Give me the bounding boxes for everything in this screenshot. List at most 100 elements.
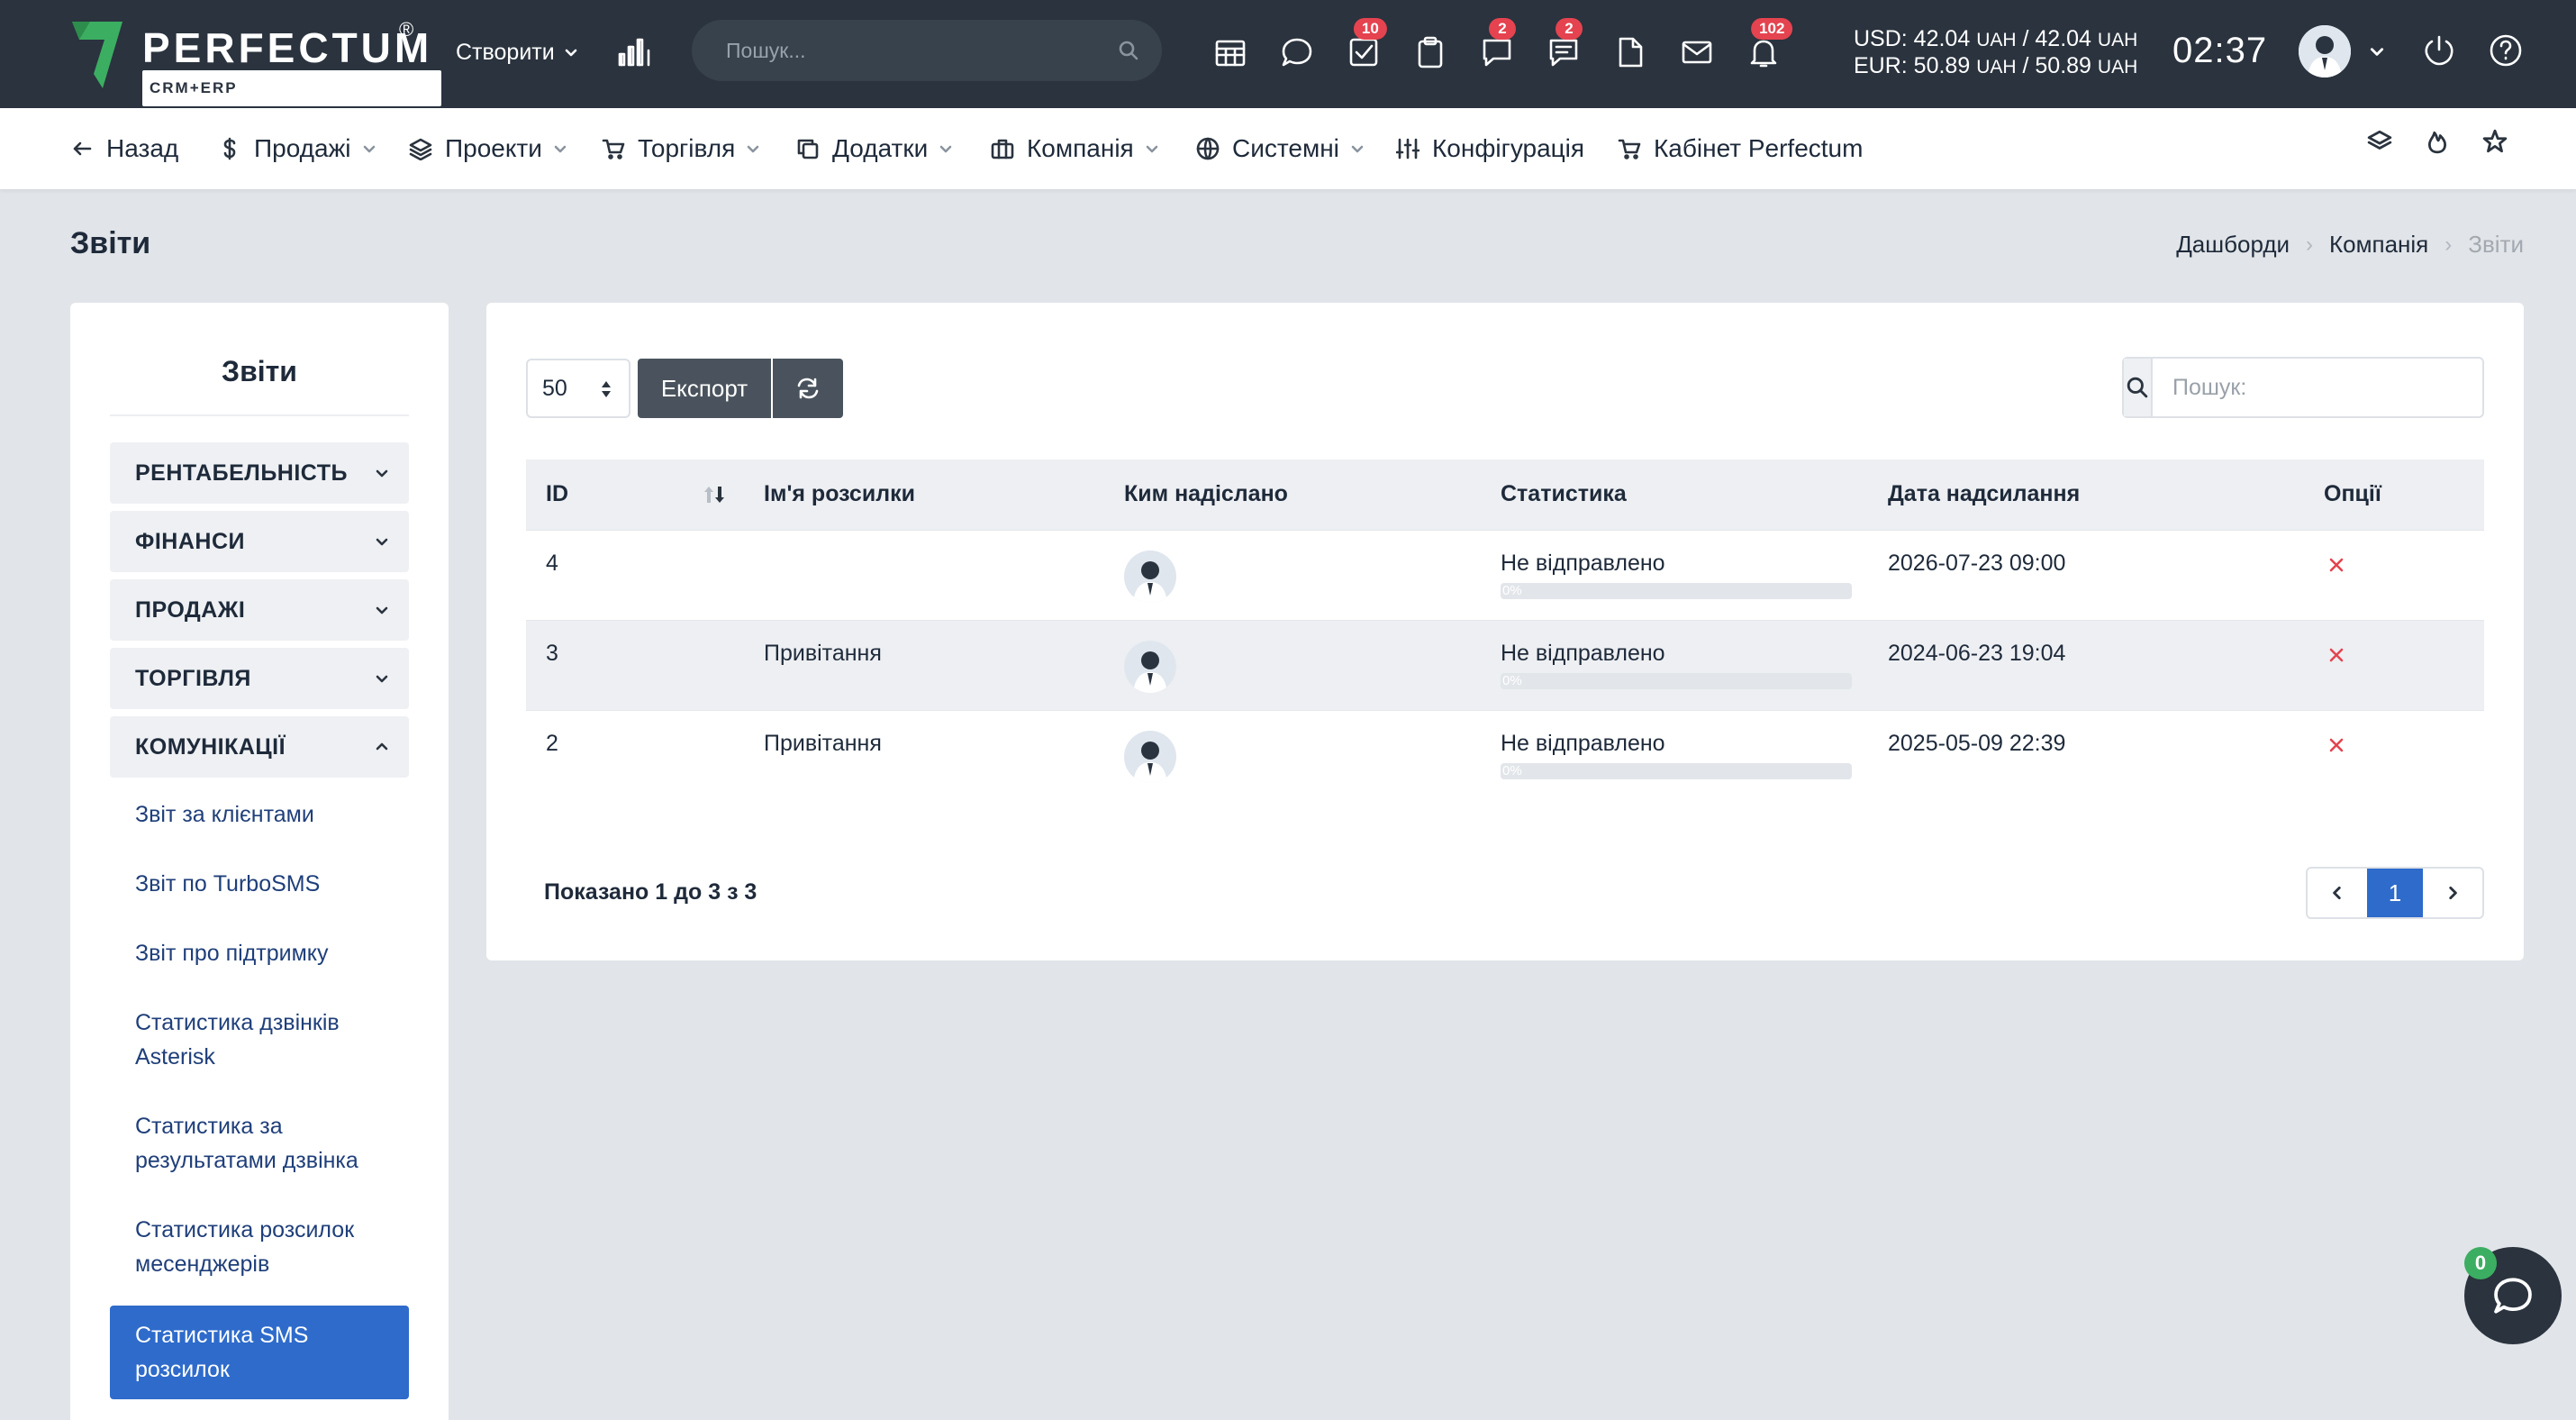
refresh-button[interactable] [773,359,843,418]
page-size-select[interactable]: 50 [526,359,630,418]
pagination-info: Показано 1 до 3 з 3 [544,879,757,905]
clock: 02:37 [2172,31,2268,70]
sender-avatar[interactable] [1124,551,1176,603]
table-search[interactable] [2122,357,2484,418]
global-search-input[interactable] [726,38,1119,63]
chevron-down-icon [363,145,375,153]
nav-addons[interactable]: Додатки [796,128,953,169]
nav-cabinet[interactable]: Кабінет Perfectum [1618,128,1863,169]
notifications-badge: 102 [1751,18,1793,40]
chevron-down-icon [939,145,952,153]
nav-sales[interactable]: Продажі [218,128,376,169]
bell-icon[interactable]: 102 [1744,18,1793,72]
nav-back[interactable]: Назад [70,128,178,169]
sender-avatar[interactable] [1124,641,1176,693]
globe-icon [1196,137,1220,160]
delete-icon[interactable] [2326,644,2347,666]
sidebar-section-profitability[interactable]: РЕНТАБЕЛЬНІСТЬ [110,442,409,504]
layers-icon[interactable] [2367,129,2392,154]
logo-registered: ® [399,18,414,41]
chevron-up-icon [376,742,388,751]
logo[interactable]: PERFECTUM ® CRM+ERP [70,18,441,106]
discussions-icon[interactable]: 2 [1544,18,1583,72]
discussions-badge: 2 [1556,18,1583,40]
sidebar-section-sales[interactable]: ПРОДАЖІ [110,579,409,641]
chat-unread-badge: 0 [2464,1247,2497,1279]
refresh-icon [797,378,819,399]
search-icon[interactable] [2124,359,2153,416]
sidebar-section-finance[interactable]: ФІНАНСИ [110,511,409,572]
nav-config[interactable]: Конфігурація [1396,128,1584,169]
chevron-right-icon: › [2444,232,2453,257]
row-name[interactable]: Привітання [764,641,882,667]
arrow-left-icon [73,141,92,156]
breadcrumb-item-company[interactable]: Компанія [2329,231,2428,259]
row-status: Не відправлено [1501,641,1665,666]
delete-icon[interactable] [2326,734,2347,756]
help-icon[interactable] [2488,32,2524,68]
chevron-down-icon[interactable] [2369,43,2385,59]
create-label: Створити [456,39,555,65]
sidebar-item-call-results-stats[interactable]: Статистика за результатами дзвінка [110,1109,409,1178]
chevron-down-icon [1351,145,1364,153]
create-menu[interactable]: Створити [456,34,578,70]
table-header: ID Ім'я розсилки Ким надіслано Статистик… [526,460,2484,530]
pagination: 1 [2306,867,2484,919]
tasks-icon[interactable]: 10 [1344,18,1387,72]
row-date: 2025-05-09 22:39 [1888,731,2066,756]
sidebar-section-communications[interactable]: КОМУНІКАЦІЇ [110,716,409,778]
chevron-left-icon [2333,886,2341,900]
search-icon[interactable] [1119,41,1138,60]
section-label: РЕНТАБЕЛЬНІСТЬ [135,460,348,486]
column-header-stats[interactable]: Статистика [1501,481,1627,507]
nav-company[interactable]: Компанія [991,128,1159,169]
sidebar-item-sms-stats[interactable]: Статистика SMS розсилок [110,1306,409,1399]
pagination-prev[interactable] [2308,869,2367,917]
nav-trade[interactable]: Торгівля [602,128,760,169]
column-header-id[interactable]: ID [546,481,568,507]
chat-icon[interactable] [1277,32,1317,72]
row-date: 2026-07-23 09:00 [1888,551,2066,576]
document-icon[interactable] [1610,32,1650,72]
chevron-right-icon: › [2306,232,2314,257]
breadcrumb-item-dashboards[interactable]: Дашборди [2176,231,2290,259]
sidebar-item-clients-report[interactable]: Звіт за клієнтами [110,797,409,832]
support-badge: 2 [1489,18,1516,40]
page-size-value: 50 [542,375,567,401]
sidebar-title: Звіти [222,355,297,387]
star-icon[interactable] [2482,129,2508,154]
calendar-icon[interactable] [1211,32,1250,72]
sidebar-item-messenger-stats[interactable]: Статистика розсилок месенджерів [110,1213,409,1281]
divider [110,414,409,416]
power-icon[interactable] [2421,32,2457,68]
column-header-name[interactable]: Ім'я розсилки [764,481,915,507]
pagination-page[interactable]: 1 [2367,869,2423,917]
progress-bar: 0% [1501,583,1852,599]
column-header-date[interactable]: Дата надсилання [1888,481,2080,507]
nav-system[interactable]: Системні [1196,128,1365,169]
table-search-input[interactable] [2153,359,2482,416]
sort-icon[interactable] [703,485,726,505]
sidebar-item-turbosms-report[interactable]: Звіт по TurboSMS [110,867,409,901]
delete-icon[interactable] [2326,554,2347,576]
nav-system-label: Системні [1232,134,1339,162]
column-header-options: Опції [2324,481,2381,506]
row-name[interactable]: Привітання [764,731,882,757]
nav-config-label: Конфігурація [1432,134,1585,162]
global-search[interactable] [692,20,1162,81]
column-header-sender[interactable]: Ким надіслано [1124,481,1288,507]
nav-projects[interactable]: Проекти [409,128,567,169]
fire-icon[interactable] [2425,129,2450,154]
support-icon[interactable]: 2 [1477,18,1517,72]
export-button[interactable]: Експорт [638,359,771,418]
nav-projects-label: Проекти [445,134,542,162]
sidebar-item-asterisk-stats[interactable]: Статистика дзвінків Asterisk [110,1006,409,1074]
user-avatar[interactable] [2299,25,2351,77]
pagination-next[interactable] [2423,869,2482,917]
sidebar-section-trade[interactable]: ТОРГІВЛЯ [110,648,409,709]
sender-avatar[interactable] [1124,731,1176,783]
sidebar-item-support-report[interactable]: Звіт про підтримку [110,936,409,970]
clipboard-icon[interactable] [1410,32,1450,72]
bar-chart-icon[interactable] [616,34,652,70]
mail-icon[interactable] [1677,32,1717,72]
